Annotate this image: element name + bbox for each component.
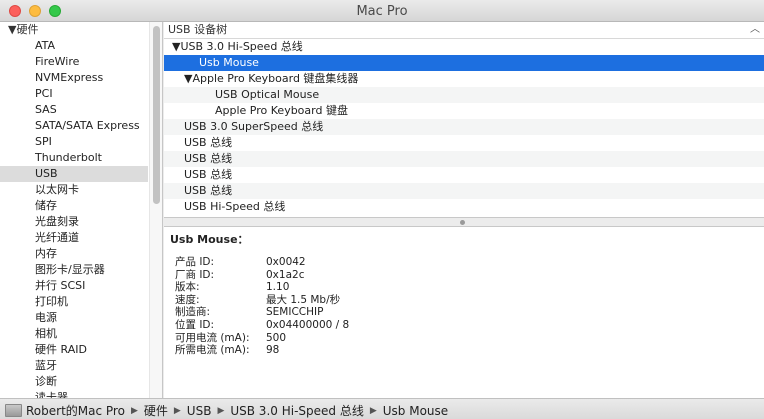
sidebar-item[interactable]: 光纤通道: [0, 230, 148, 246]
breadcrumb-separator-icon: ▶: [173, 405, 181, 416]
breadcrumb-item[interactable]: Robert的Mac Pro: [26, 402, 125, 419]
breadcrumb-item[interactable]: USB 3.0 Hi-Speed 总线: [230, 402, 363, 419]
sidebar-item[interactable]: 蓝牙: [0, 358, 148, 374]
property-row: 制造商: SEMICCHIP: [175, 306, 349, 319]
sidebar-item[interactable]: NVMExpress: [0, 70, 148, 86]
title-bar: Mac Pro: [0, 0, 764, 22]
usb-device-tree: USB 设备树 ︿ ▼USB 3.0 Hi-Speed 总线 Usb Mouse ▼…: [164, 22, 764, 217]
sidebar-item[interactable]: 储存: [0, 198, 148, 214]
property-row: 产品 ID: 0x0042: [175, 256, 349, 269]
tree-column-title: USB 设备树: [168, 23, 228, 36]
property-value: 0x1a2c: [266, 268, 305, 281]
property-label: 产品 ID:: [175, 256, 215, 268]
property-value: 0x04400000 / 8: [266, 318, 350, 331]
property-label: 版本:: [175, 281, 200, 294]
property-value: 最大 1.5 Mb/秒: [266, 293, 341, 306]
tree-row[interactable]: USB 3.0 SuperSpeed 总线: [164, 119, 764, 135]
sidebar-item[interactable]: 内存: [0, 246, 148, 262]
property-row: 速度: 最大 1.5 Mb/秒: [175, 294, 349, 307]
breadcrumb-item[interactable]: USB: [187, 404, 212, 418]
tree-row[interactable]: Apple Pro Keyboard 键盘: [164, 103, 764, 119]
sidebar-item[interactable]: ATA: [0, 38, 148, 54]
sidebar-item[interactable]: PCI: [0, 86, 148, 102]
tree-column-header[interactable]: USB 设备树 ︿: [164, 22, 764, 39]
property-row: 位置 ID: 0x04400000 / 8: [175, 319, 349, 332]
tree-row[interactable]: USB Hi-Speed 总线: [164, 199, 764, 215]
sidebar-item[interactable]: USB: [0, 166, 148, 182]
tree-row[interactable]: ▼Apple Pro Keyboard 键盘集线器: [164, 71, 764, 87]
tree-row[interactable]: Usb Mouse: [164, 55, 764, 71]
tree-row[interactable]: USB Optical Mouse: [164, 87, 764, 103]
tree-row[interactable]: ▼USB 3.0 Hi-Speed 总线: [164, 39, 764, 55]
breadcrumb-item[interactable]: Usb Mouse: [383, 404, 448, 418]
sidebar-section-hardware[interactable]: ▼硬件: [0, 22, 38, 38]
detail-pane: Usb Mouse： 产品 ID: 0x0042 厂商 ID: 0x1a2c 版本: 1.…: [164, 227, 764, 398]
breadcrumb-separator-icon: ▶: [217, 405, 225, 416]
tree-row[interactable]: USB 总线: [164, 135, 764, 151]
sidebar-list: ATA FireWire NVMExpress PCI SAS SATA/SATA Exp…: [0, 38, 148, 398]
sidebar-item[interactable]: 图形卡/显示器: [0, 262, 148, 278]
tree-rows: ▼USB 3.0 Hi-Speed 总线 Usb Mouse ▼Apple Pro …: [164, 39, 764, 215]
breadcrumb-separator-icon: ▶: [130, 405, 138, 416]
tree-row[interactable]: USB 总线: [164, 151, 764, 167]
sidebar-item[interactable]: 光盘刻录: [0, 214, 148, 230]
sidebar-item[interactable]: 打印机: [0, 294, 148, 310]
property-value: SEMICCHIP: [266, 306, 324, 319]
split-view-divider[interactable]: [164, 217, 764, 227]
property-row: 厂商 ID: 0x1a2c: [175, 269, 349, 282]
sidebar-item[interactable]: 以太网卡: [0, 182, 148, 198]
detail-title: Usb Mouse：: [170, 233, 249, 246]
sidebar-item[interactable]: SPI: [0, 134, 148, 150]
tree-row[interactable]: USB 总线: [164, 167, 764, 183]
tree-row[interactable]: USB 总线: [164, 183, 764, 199]
sidebar-item[interactable]: 硬件 RAID: [0, 342, 148, 358]
property-value: 98: [266, 344, 280, 357]
breadcrumb-item[interactable]: 硬件: [144, 402, 168, 419]
property-row: 可用电流 (mA): 500: [175, 332, 349, 345]
property-value: 500: [266, 331, 287, 344]
path-bar: Robert的Mac Pro ▶ 硬件 ▶ USB ▶ USB 3.0 Hi-Speed 总…: [0, 398, 764, 419]
sidebar-item[interactable]: SATA/SATA Express: [0, 118, 148, 134]
property-label: 制造商:: [175, 306, 211, 319]
sidebar-item[interactable]: 诊断: [0, 374, 148, 390]
computer-icon: [5, 404, 22, 417]
sidebar-item[interactable]: 读卡器: [0, 390, 148, 398]
property-label: 所需电流 (mA):: [175, 344, 250, 357]
sidebar: ▼硬件 ATA FireWire NVMExpress PCI SAS SATA/SATA…: [0, 22, 163, 398]
property-value: 1.10: [266, 281, 290, 294]
sidebar-item[interactable]: FireWire: [0, 54, 148, 70]
sidebar-scrollbar[interactable]: [149, 22, 162, 398]
sort-ascending-icon: ︿: [750, 24, 760, 35]
sidebar-item[interactable]: 相机: [0, 326, 148, 342]
property-list: 产品 ID: 0x0042 厂商 ID: 0x1a2c 版本: 1.10 速度: 最大 1.5…: [175, 256, 349, 357]
property-label: 可用电流 (mA):: [175, 331, 250, 344]
divider-handle-icon[interactable]: [460, 220, 465, 225]
property-value: 0x0042: [266, 256, 306, 268]
property-row: 版本: 1.10: [175, 281, 349, 294]
property-label: 位置 ID:: [175, 318, 215, 331]
sidebar-item[interactable]: 电源: [0, 310, 148, 326]
property-label: 速度:: [175, 293, 200, 306]
sidebar-item[interactable]: SAS: [0, 102, 148, 118]
sidebar-item[interactable]: Thunderbolt: [0, 150, 148, 166]
property-label: 厂商 ID:: [175, 268, 215, 281]
breadcrumb: Robert的Mac Pro ▶ 硬件 ▶ USB ▶ USB 3.0 Hi-Speed 总…: [5, 402, 448, 419]
sidebar-scroll-thumb[interactable]: [153, 26, 160, 204]
property-row: 所需电流 (mA): 98: [175, 344, 349, 357]
window-title: Mac Pro: [356, 4, 408, 19]
sidebar-item[interactable]: 并行 SCSI: [0, 278, 148, 294]
breadcrumb-separator-icon: ▶: [369, 405, 377, 416]
